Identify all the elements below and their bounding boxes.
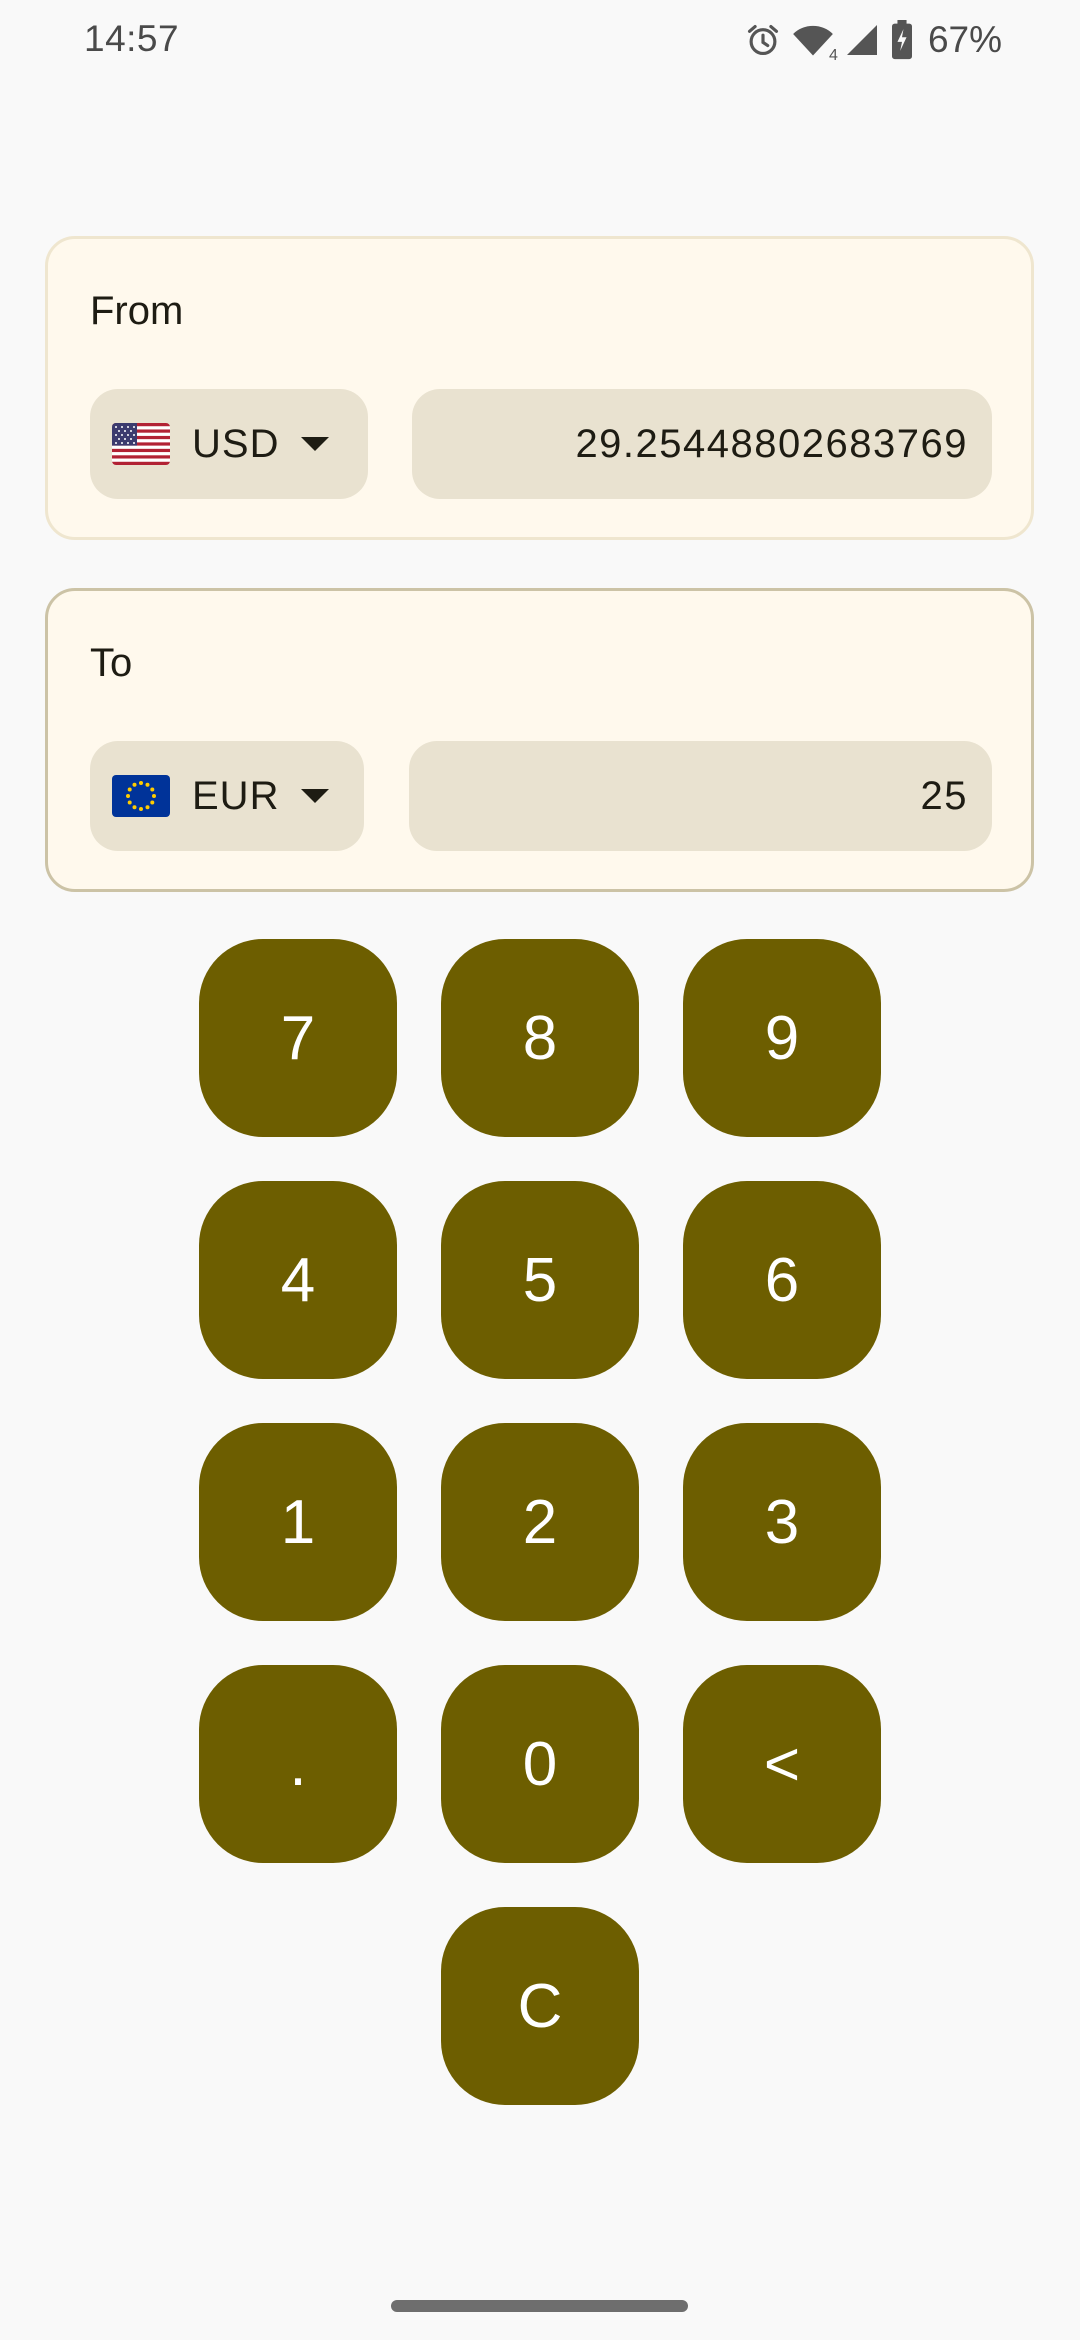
key-6[interactable]: 6 xyxy=(683,1181,881,1379)
key-5[interactable]: 5 xyxy=(441,1181,639,1379)
dropdown-arrow-icon xyxy=(301,789,330,803)
status-bar: 14:57 4 67% xyxy=(0,0,1080,80)
network-badge: 4 xyxy=(829,47,838,64)
us-flag-icon xyxy=(112,423,170,465)
wifi-icon: 4 xyxy=(792,21,838,64)
from-label: From xyxy=(90,289,184,333)
to-currency-select[interactable]: EUR xyxy=(90,741,364,851)
to-amount-field[interactable]: 25 xyxy=(409,741,992,851)
battery-charging-icon xyxy=(890,20,914,60)
battery-percent: 67% xyxy=(927,19,1002,60)
key-4[interactable]: 4 xyxy=(199,1181,397,1379)
to-currency-code: EUR xyxy=(192,773,280,818)
alarm-icon xyxy=(744,21,782,59)
status-icons: 4 67% xyxy=(744,18,1002,64)
key-9[interactable]: 9 xyxy=(683,939,881,1137)
key-clear[interactable]: C xyxy=(441,1907,639,2105)
cell-signal-icon xyxy=(844,21,880,59)
to-label: To xyxy=(90,641,133,685)
status-time: 14:57 xyxy=(84,18,180,59)
key-7[interactable]: 7 xyxy=(199,939,397,1137)
key-decimal[interactable]: . xyxy=(199,1665,397,1863)
key-2[interactable]: 2 xyxy=(441,1423,639,1621)
key-backspace[interactable]: < xyxy=(683,1665,881,1863)
gesture-nav-bar[interactable] xyxy=(391,2300,688,2312)
from-currency-code: USD xyxy=(192,421,280,466)
key-3[interactable]: 3 xyxy=(683,1423,881,1621)
from-amount-field[interactable]: 29.25448802683769 xyxy=(412,389,992,499)
key-0[interactable]: 0 xyxy=(441,1665,639,1863)
key-8[interactable]: 8 xyxy=(441,939,639,1137)
dropdown-arrow-icon xyxy=(301,437,330,451)
from-currency-select[interactable]: USD xyxy=(90,389,368,499)
eu-flag-icon xyxy=(112,775,170,817)
key-1[interactable]: 1 xyxy=(199,1423,397,1621)
from-card: From USD 29.25448802683769 xyxy=(45,236,1034,540)
to-card: To EUR 25 xyxy=(45,588,1034,892)
